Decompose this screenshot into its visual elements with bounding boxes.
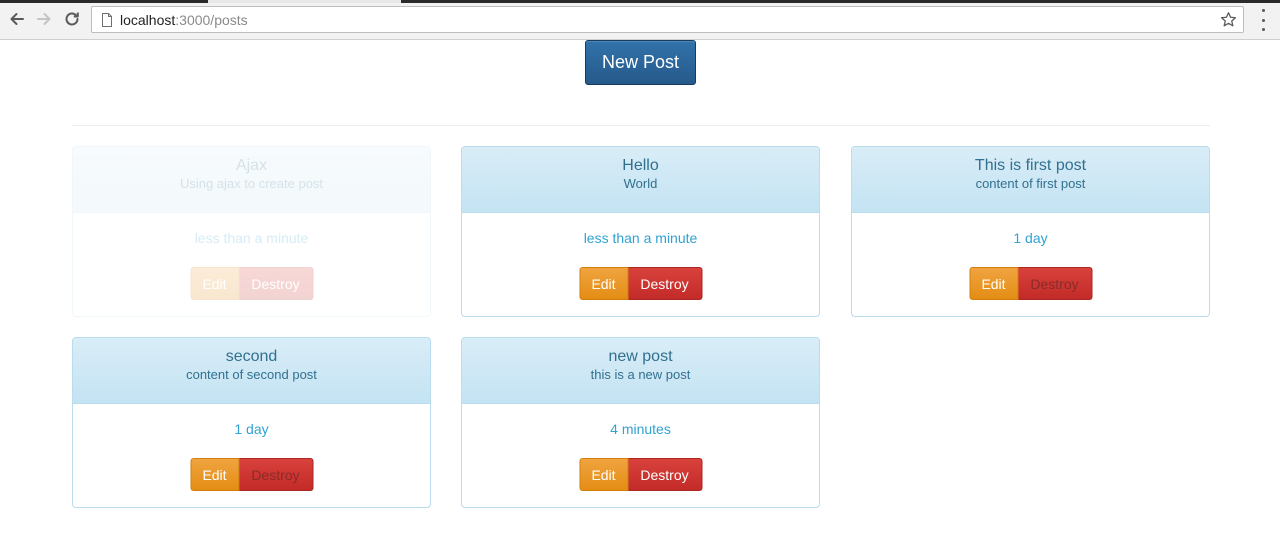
active-tab[interactable] xyxy=(208,0,401,3)
post-actions: Edit Destroy xyxy=(969,267,1092,300)
post-title: second xyxy=(225,348,278,365)
post-content: this is a new post xyxy=(590,367,691,382)
post-title: Hello xyxy=(622,157,659,174)
page-icon xyxy=(102,13,112,27)
url-host: localhost xyxy=(120,12,176,28)
forward-arrow-icon xyxy=(37,13,51,25)
post-card: Hello World less than a minute Edit Dest… xyxy=(461,146,820,317)
post-time: less than a minute xyxy=(194,230,309,246)
address-bar[interactable]: localhost:3000/posts xyxy=(91,6,1244,33)
back-button[interactable] xyxy=(5,7,29,31)
edit-button[interactable]: Edit xyxy=(190,267,239,300)
forward-button[interactable] xyxy=(32,7,56,31)
post-time: less than a minute xyxy=(583,230,698,246)
post-time: 1 day xyxy=(1013,230,1048,246)
post-card: second content of second post 1 day Edit… xyxy=(72,337,431,508)
post-card: new post this is a new post 4 minutes Ed… xyxy=(461,337,820,508)
edit-button[interactable]: Edit xyxy=(190,458,239,491)
reload-icon xyxy=(65,12,79,26)
post-card-header: Ajax Using ajax to create post xyxy=(73,147,430,213)
post-card-header: Hello World xyxy=(462,147,819,213)
post-content: World xyxy=(623,176,658,191)
edit-button[interactable]: Edit xyxy=(579,267,628,300)
edit-button[interactable]: Edit xyxy=(969,267,1018,300)
back-arrow-icon xyxy=(10,13,24,25)
post-card: This is first post content of first post… xyxy=(851,146,1210,317)
post-actions: Edit Destroy xyxy=(579,267,702,300)
divider xyxy=(72,125,1210,126)
post-card-header: second content of second post xyxy=(73,338,430,404)
post-actions: Edit Destroy xyxy=(190,458,313,491)
post-time: 4 minutes xyxy=(610,421,671,437)
browser-toolbar: localhost:3000/posts xyxy=(0,0,1280,40)
destroy-button[interactable]: Destroy xyxy=(628,267,702,300)
url-text: localhost:3000/posts xyxy=(120,12,248,28)
destroy-button[interactable]: Destroy xyxy=(628,458,702,491)
reload-button[interactable] xyxy=(60,7,84,31)
post-card: Ajax Using ajax to create post less than… xyxy=(72,146,431,317)
post-content: content of first post xyxy=(975,176,1086,191)
new-post-button[interactable]: New Post xyxy=(585,40,696,85)
destroy-button[interactable]: Destroy xyxy=(239,267,313,300)
post-card-header: This is first post content of first post xyxy=(852,147,1209,213)
tab-strip xyxy=(0,0,1280,3)
edit-button[interactable]: Edit xyxy=(579,458,628,491)
post-actions: Edit Destroy xyxy=(190,267,313,300)
post-title: This is first post xyxy=(974,157,1087,174)
more-vert-icon[interactable] xyxy=(1256,9,1270,31)
post-title: new post xyxy=(608,348,673,365)
url-path: :3000/posts xyxy=(175,12,248,28)
post-card-header: new post this is a new post xyxy=(462,338,819,404)
post-time: 1 day xyxy=(234,421,269,437)
post-content: content of second post xyxy=(186,367,317,382)
destroy-button[interactable]: Destroy xyxy=(1018,267,1092,300)
destroy-button[interactable]: Destroy xyxy=(239,458,313,491)
post-actions: Edit Destroy xyxy=(579,458,702,491)
post-content: Using ajax to create post xyxy=(179,176,324,191)
post-title: Ajax xyxy=(235,157,268,174)
star-icon[interactable] xyxy=(1220,11,1237,28)
